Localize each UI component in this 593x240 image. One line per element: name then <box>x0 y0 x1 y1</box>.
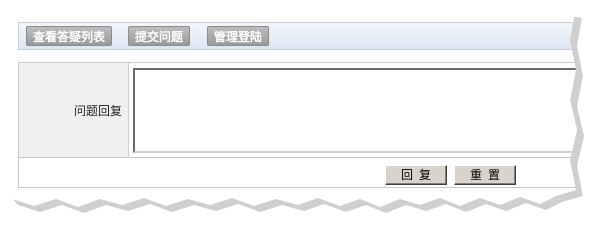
reply-textarea[interactable] <box>133 68 577 153</box>
submit-question-button[interactable]: 提交问题 <box>128 26 191 46</box>
form-actions: 回复 重置 <box>18 158 577 188</box>
content-panel: 查看答疑列表 提交问题 管理登陆 问题回复 回复 重置 <box>2 3 577 207</box>
reply-label-cell: 问题回复 <box>19 63 129 157</box>
top-nav-bar: 查看答疑列表 提交问题 管理登陆 <box>18 22 577 50</box>
reply-label: 问题回复 <box>73 104 122 118</box>
view-qa-list-button[interactable]: 查看答疑列表 <box>26 26 113 46</box>
reset-button[interactable]: 重置 <box>454 165 516 185</box>
reply-form: 问题回复 <box>18 62 577 158</box>
page: 查看答疑列表 提交问题 管理登陆 问题回复 回复 重置 <box>0 0 593 224</box>
admin-login-button[interactable]: 管理登陆 <box>207 26 270 46</box>
reply-submit-button[interactable]: 回复 <box>385 165 447 185</box>
